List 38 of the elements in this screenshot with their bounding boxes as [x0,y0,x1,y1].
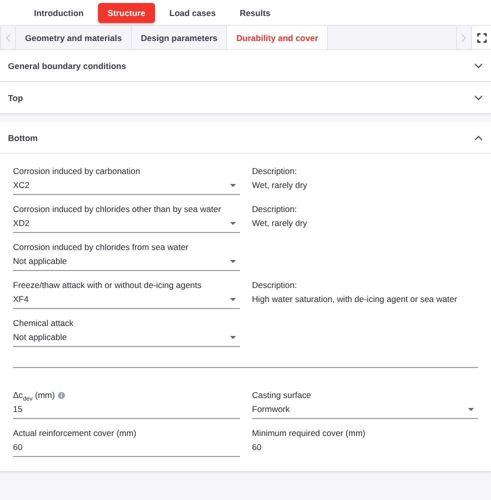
description-label: Description: [252,204,298,215]
caret-icon [230,184,236,187]
input-field[interactable]: Δc$_{dev}$ (mm) 15 [13,390,240,419]
main-tab[interactable]: Structure [98,2,156,22]
caret-icon [230,260,236,263]
sub-tab[interactable]: Durability and cover [227,26,328,49]
main-tab[interactable]: Results [230,2,280,22]
surface-select[interactable]: Casting surface Formwork [252,390,478,419]
chevron-icon [474,134,483,140]
section-header[interactable]: Bottom [0,122,491,154]
exposure-select[interactable]: Corrosion induced by chlorides from sea water Not applicable [13,242,240,271]
caret-icon [468,408,474,411]
section-header[interactable]: General boundary conditions [0,50,491,81]
input-field[interactable]: Actual reinforcement cover (mm) 60 [13,428,240,457]
chevron-icon [474,62,483,68]
exposure-select[interactable]: Freeze/thaw attack with or without de-icing agents XF4 [13,280,240,309]
description-text: Wet, rarely dry [252,180,308,191]
scroll-left-button[interactable] [0,26,16,49]
exposure-select[interactable]: Corrosion induced by carbonation XC2 [13,166,240,195]
section-header[interactable]: Top [0,82,491,113]
main-tab[interactable]: Load cases [159,2,226,22]
sub-tab[interactable]: Geometry and materials [16,26,132,49]
chevron-left-icon [5,34,11,42]
main-tab[interactable]: Introduction [24,2,94,22]
cover-readout: Minimum required cover (mm) 60 [252,428,366,454]
caret-icon [230,222,236,225]
fullscreen-button[interactable] [472,26,491,49]
caret-icon [230,298,236,301]
description-label: Description: [252,166,298,177]
fullscreen-icon [476,32,486,42]
chevron-right-icon [461,34,467,42]
chevron-icon [474,94,483,100]
exposure-select[interactable]: Chemical attack Not applicable [13,318,240,347]
description-label: Description: [252,280,298,291]
description-text: Wet, rarely dry [252,218,308,229]
caret-icon [230,336,236,339]
exposure-select[interactable]: Corrosion induced by chlorides other than by sea water XD2 [13,204,240,233]
description-text: High water saturation, with de-icing agent or sea water [252,294,458,305]
